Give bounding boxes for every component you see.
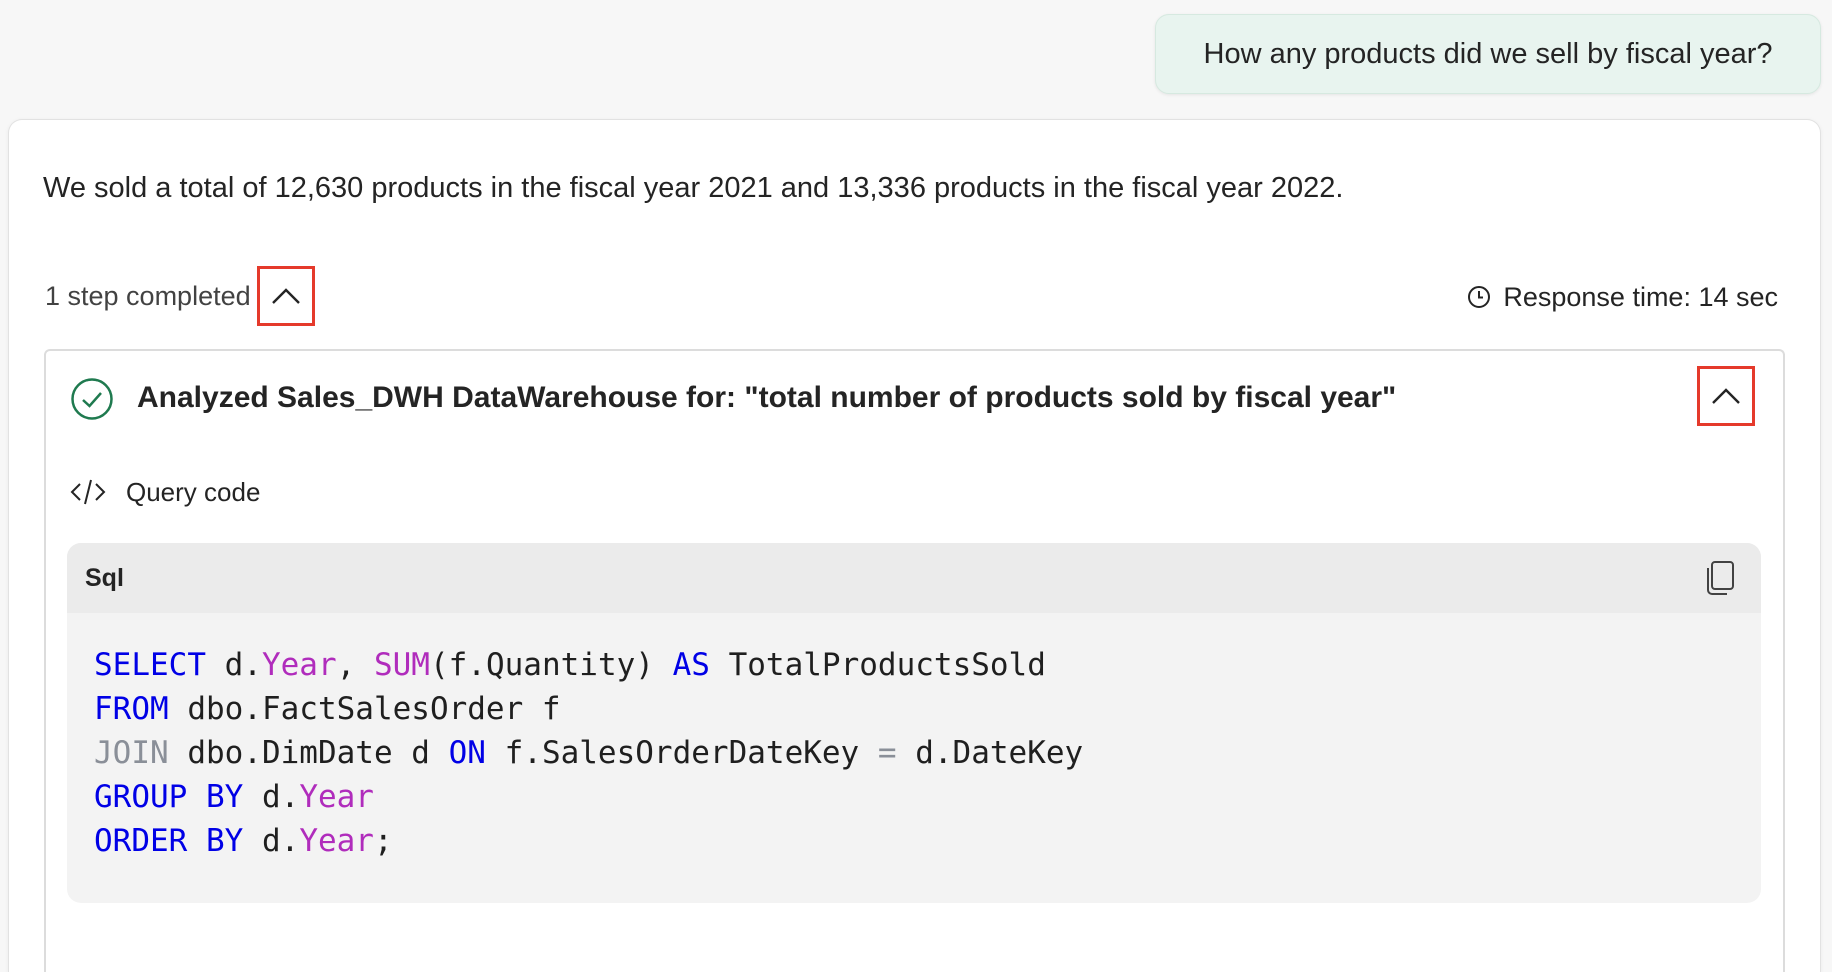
code-token: f.SalesOrderDateKey [485, 735, 878, 771]
code-token: d.DateKey [896, 735, 1084, 771]
copy-icon [1707, 561, 1734, 595]
check-circle-icon [71, 378, 113, 420]
code-token: dbo.DimDate d [168, 735, 449, 771]
code-token: Year [299, 779, 374, 815]
code-token: ORDER BY [94, 823, 244, 859]
code-token: (f.Quantity) [429, 647, 673, 683]
code-line: SELECT d.Year, SUM(f.Quantity) AS TotalP… [94, 643, 1734, 687]
code-token: ; [373, 823, 393, 859]
chevron-up-icon [271, 288, 300, 304]
collapse-steps-button[interactable] [256, 266, 315, 326]
code-block: Sql SELECT d.Year, SUM(f.Quantity) AS To… [67, 543, 1761, 903]
code-token: d. [243, 823, 300, 859]
code-token: SUM [373, 647, 430, 683]
collapse-step-button[interactable] [1697, 366, 1755, 426]
code-token: d. [243, 779, 300, 815]
code-token: d. [205, 647, 262, 683]
code-token: = [877, 735, 897, 771]
code-token: Year [299, 823, 374, 859]
query-code-label: Query code [126, 476, 261, 507]
code-icon [70, 479, 106, 505]
step-title: Analyzed Sales_DWH DataWarehouse for: "t… [137, 381, 1397, 414]
code-line: JOIN dbo.DimDate d ON f.SalesOrderDateKe… [94, 731, 1734, 775]
code-token: TotalProductsSold [709, 647, 1046, 683]
code-token: JOIN [94, 735, 169, 771]
copy-code-button[interactable] [1705, 560, 1735, 596]
response-time-text: Response time: 14 sec [1503, 281, 1778, 312]
code-line: GROUP BY d.Year [94, 775, 1734, 819]
sql-code: SELECT d.Year, SUM(f.Quantity) AS TotalP… [67, 613, 1761, 863]
user-message-bubble: How any products did we sell by fiscal y… [1155, 14, 1821, 94]
answer-text: We sold a total of 12,630 products in th… [43, 172, 1344, 204]
code-token: GROUP BY [94, 779, 244, 815]
code-token: AS [672, 647, 710, 683]
response-time: Response time: 14 sec [1467, 278, 1778, 316]
code-token: SELECT [94, 647, 206, 683]
clock-icon [1468, 286, 1491, 308]
query-code-header: Query code [70, 472, 260, 512]
code-token: , [336, 647, 374, 683]
code-language: Sql [85, 563, 124, 592]
code-token: Year [261, 647, 337, 683]
user-message-text: How any products did we sell by fiscal y… [1203, 37, 1773, 70]
code-line: FROM dbo.FactSalesOrder f [94, 687, 1734, 731]
chevron-up-icon [1712, 388, 1740, 404]
code-token: ON [448, 735, 486, 771]
code-token: dbo.FactSalesOrder f [168, 691, 561, 727]
steps-summary: 1 step completed [45, 266, 315, 326]
code-token: FROM [94, 691, 169, 727]
code-block-header: Sql [67, 543, 1761, 613]
code-line: ORDER BY d.Year; [94, 819, 1734, 863]
steps-status: 1 step completed [45, 280, 251, 311]
